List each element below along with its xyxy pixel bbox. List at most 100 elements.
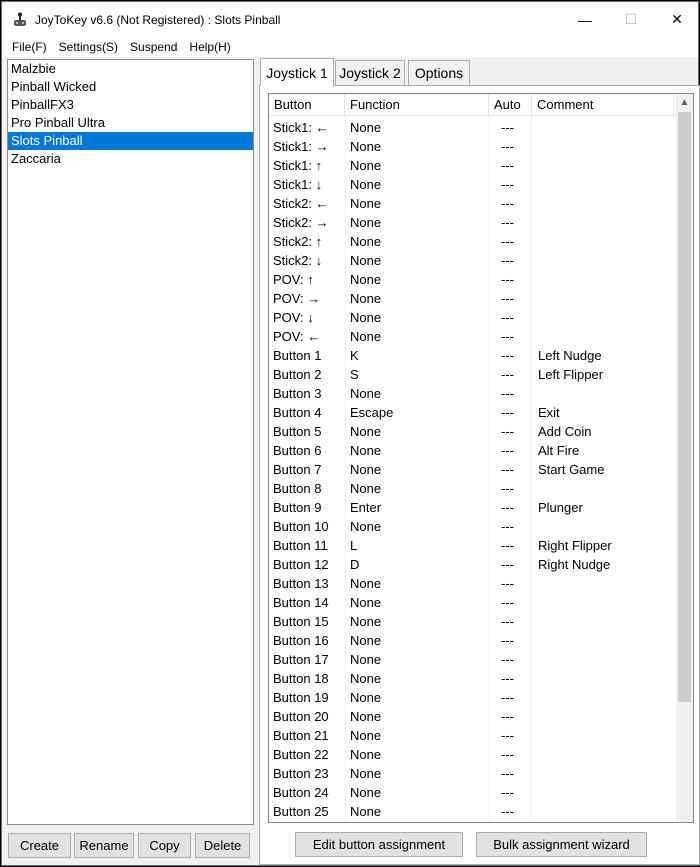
row-button-cell: Button 8 <box>273 481 322 496</box>
row-comment-cell: Plunger <box>538 500 583 515</box>
table-row[interactable]: Button 20 None --- <box>269 707 677 726</box>
table-row[interactable]: Button 7 None --- Start Game <box>269 460 677 479</box>
row-auto-cell: --- <box>501 196 514 211</box>
button-assignment-list[interactable]: Button Function Auto Comment Stick1: ← No… <box>268 93 694 823</box>
table-row[interactable]: Button 4 Escape --- Exit <box>269 403 677 422</box>
table-row[interactable]: POV: ↓ None --- <box>269 308 677 327</box>
row-auto-cell: --- <box>501 462 514 477</box>
vertical-scrollbar[interactable]: ▲ <box>676 94 693 822</box>
table-row[interactable]: Stick2: ↑ None --- <box>269 232 677 251</box>
tab-options[interactable]: Options <box>408 60 470 85</box>
table-row[interactable]: POV: ← None --- <box>269 327 677 346</box>
row-auto-cell: --- <box>501 367 514 382</box>
table-row[interactable]: Button 25 None --- <box>269 802 677 821</box>
row-auto-cell: --- <box>501 234 514 249</box>
maximize-button[interactable]: ☐ <box>608 2 654 37</box>
table-row[interactable]: Button 24 None --- <box>269 783 677 802</box>
joystick-1-panel: Button Function Auto Comment Stick1: ← No… <box>259 85 700 865</box>
row-function-cell: None <box>350 310 382 325</box>
profile-item-malzbie[interactable]: Malzbie <box>8 60 253 78</box>
table-row[interactable]: POV: ↑ None --- <box>269 270 677 289</box>
table-row[interactable]: Button 15 None --- <box>269 612 677 631</box>
profile-item-zaccaria[interactable]: Zaccaria <box>8 150 253 168</box>
copy-button[interactable]: Copy <box>138 833 191 858</box>
menu-settings[interactable]: Settings(S) <box>53 40 124 54</box>
row-auto-cell: --- <box>501 633 514 648</box>
row-button-cell: Button 17 <box>273 652 329 667</box>
table-row[interactable]: Stick2: → None --- <box>269 213 677 232</box>
row-button-cell: Stick2: ↑ <box>273 234 323 249</box>
row-function-cell: None <box>350 709 382 724</box>
profile-item-pinball-wicked[interactable]: Pinball Wicked <box>8 78 253 96</box>
create-button[interactable]: Create <box>8 833 71 858</box>
column-header-function[interactable]: Function <box>345 94 489 116</box>
row-function-cell: None <box>350 291 382 306</box>
tab-joystick-1[interactable]: Joystick 1 <box>260 58 334 86</box>
menu-suspend[interactable]: Suspend <box>124 40 183 54</box>
row-button-cell: Button 25 <box>273 804 329 819</box>
table-row[interactable]: Stick1: ↑ None --- <box>269 156 677 175</box>
row-auto-cell: --- <box>501 614 514 629</box>
row-button-cell: Button 7 <box>273 462 322 477</box>
row-comment-cell: Right Nudge <box>538 557 611 572</box>
table-row[interactable]: Button 18 None --- <box>269 669 677 688</box>
bulk-assignment-wizard-button[interactable]: Bulk assignment wizard <box>476 832 647 857</box>
row-function-cell: None <box>350 158 382 173</box>
profile-item-pinballfx3[interactable]: PinballFX3 <box>8 96 253 114</box>
minimize-button[interactable]: — <box>562 2 608 37</box>
scrollbar-thumb[interactable] <box>678 112 691 702</box>
column-header-auto[interactable]: Auto <box>489 94 532 116</box>
delete-button[interactable]: Delete <box>195 833 250 858</box>
row-button-cell: POV: ↓ <box>273 310 314 325</box>
table-row[interactable]: Stick2: ↓ None --- <box>269 251 677 270</box>
row-button-cell: Button 21 <box>273 728 329 743</box>
table-row[interactable]: Button 11 L --- Right Flipper <box>269 536 677 555</box>
edit-button-assignment-button[interactable]: Edit button assignment <box>295 832 463 857</box>
table-row[interactable]: Button 23 None --- <box>269 764 677 783</box>
table-row[interactable]: Button 5 None --- Add Coin <box>269 422 677 441</box>
table-row[interactable]: Stick1: → None --- <box>269 137 677 156</box>
table-row[interactable]: Stick1: ← None --- <box>269 118 677 137</box>
table-row[interactable]: Button 16 None --- <box>269 631 677 650</box>
row-button-cell: Button 23 <box>273 766 329 781</box>
row-auto-cell: --- <box>501 386 514 401</box>
table-row[interactable]: Button 8 None --- <box>269 479 677 498</box>
profile-item-slots-pinball[interactable]: Slots Pinball <box>8 132 253 150</box>
row-button-cell: Stick1: ↑ <box>273 158 323 173</box>
table-row[interactable]: Button 19 None --- <box>269 688 677 707</box>
menu-file[interactable]: File(F) <box>2 40 53 54</box>
row-function-cell: None <box>350 462 382 477</box>
table-row[interactable]: Button 13 None --- <box>269 574 677 593</box>
table-row[interactable]: Button 6 None --- Alt Fire <box>269 441 677 460</box>
table-row[interactable]: Stick1: ↓ None --- <box>269 175 677 194</box>
tab-joystick-2[interactable]: Joystick 2 <box>335 60 405 85</box>
profile-item-pro-pinball-ultra[interactable]: Pro Pinball Ultra <box>8 114 253 132</box>
table-row[interactable]: Button 12 D --- Right Nudge <box>269 555 677 574</box>
table-row[interactable]: Button 14 None --- <box>269 593 677 612</box>
table-row[interactable]: Button 2 S --- Left Flipper <box>269 365 677 384</box>
table-row[interactable]: Button 9 Enter --- Plunger <box>269 498 677 517</box>
scroll-up-icon[interactable]: ▲ <box>676 94 693 111</box>
rename-button[interactable]: Rename <box>74 833 134 858</box>
table-row[interactable]: Stick2: ← None --- <box>269 194 677 213</box>
row-function-cell: S <box>350 367 359 382</box>
profile-list[interactable]: Malzbie Pinball Wicked PinballFX3 Pro Pi… <box>7 59 254 825</box>
row-function-cell: None <box>350 614 382 629</box>
column-header-comment[interactable]: Comment <box>532 94 674 116</box>
close-button[interactable]: ✕ <box>654 2 700 37</box>
row-function-cell: None <box>350 139 382 154</box>
table-row[interactable]: Button 10 None --- <box>269 517 677 536</box>
table-row[interactable]: POV: → None --- <box>269 289 677 308</box>
row-button-cell: Button 15 <box>273 614 329 629</box>
table-row[interactable]: Button 22 None --- <box>269 745 677 764</box>
table-row[interactable]: Button 3 None --- <box>269 384 677 403</box>
menu-help[interactable]: Help(H) <box>183 40 236 54</box>
row-button-cell: Button 10 <box>273 519 329 534</box>
table-row[interactable]: Button 1 K --- Left Nudge <box>269 346 677 365</box>
column-header-button[interactable]: Button <box>269 94 345 116</box>
menu-bar: File(F) Settings(S) Suspend Help(H) <box>2 37 698 57</box>
table-row[interactable]: Button 17 None --- <box>269 650 677 669</box>
table-row[interactable]: Button 21 None --- <box>269 726 677 745</box>
row-function-cell: K <box>350 348 359 363</box>
row-function-cell: None <box>350 747 382 762</box>
